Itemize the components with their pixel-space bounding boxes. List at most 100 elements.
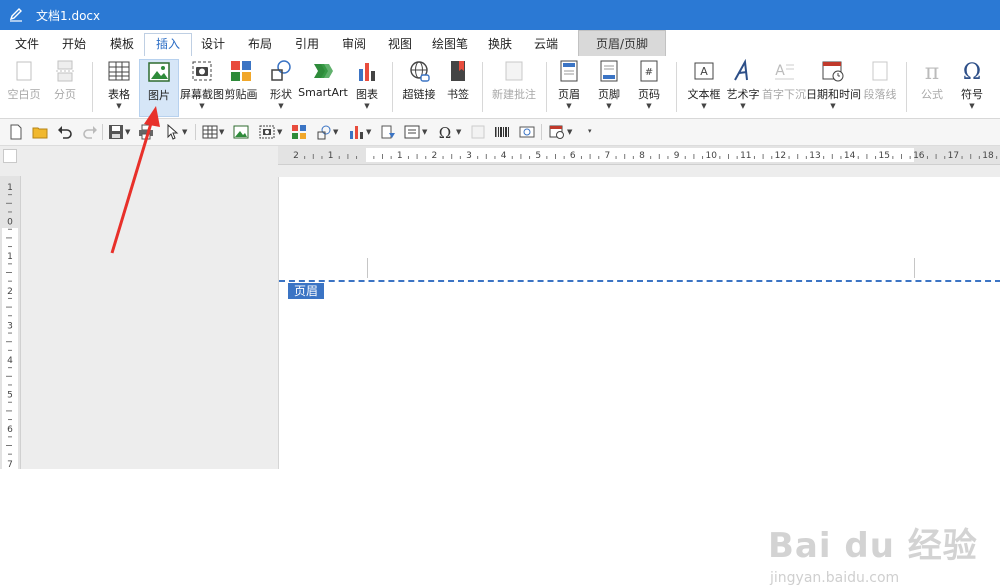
calendar-clock-icon[interactable] [549, 124, 565, 140]
chevron-down-icon[interactable]: ▼ [456, 128, 461, 136]
textbox-icon: A [694, 62, 714, 80]
tab-references[interactable]: 引用 [293, 34, 321, 56]
chart-button[interactable]: 图表 ▼ [351, 59, 383, 115]
tab-design[interactable]: 设计 [199, 34, 227, 56]
wordart-button[interactable]: 艺术字 ▼ [726, 59, 760, 115]
document-page[interactable]: 页眉 [278, 177, 1000, 469]
header-boundary-line [279, 280, 1000, 282]
tab-draw[interactable]: 绘图笔 [430, 34, 470, 56]
hyperlink-button[interactable]: 超链接 [400, 59, 438, 115]
toolbar-separator [195, 124, 196, 140]
equation-button[interactable]: π 公式 [914, 59, 950, 115]
new-comment-button[interactable]: 新建批注 [490, 59, 538, 115]
ruler-number: 0 [7, 218, 13, 228]
tab-stop-selector[interactable] [3, 149, 17, 163]
ruler-number: 7 [605, 151, 611, 161]
tab-insert[interactable]: 插入 [144, 33, 192, 58]
textbox-button[interactable]: A 文本框 ▼ [684, 59, 724, 115]
margin-marker [914, 258, 915, 278]
clipart-button[interactable]: 剪贴画 [224, 59, 258, 115]
margin-marker [367, 258, 368, 278]
title-bar: 文档1.docx [0, 0, 1000, 30]
svg-text:π: π [925, 60, 939, 83]
svg-text:Ω: Ω [963, 60, 981, 83]
new-document-icon[interactable] [8, 124, 24, 140]
smartart-button[interactable]: SmartArt [298, 59, 348, 115]
chevron-down-icon[interactable]: ▼ [366, 128, 371, 136]
shapes-icon[interactable] [316, 124, 332, 140]
signature-line-button[interactable]: 段落线 [862, 59, 898, 115]
chevron-down-icon[interactable]: ▼ [333, 128, 338, 136]
shapes-button[interactable]: 形状 ▼ [265, 59, 297, 115]
tab-file[interactable]: 文件 [14, 34, 40, 56]
tab-review[interactable]: 审阅 [340, 34, 368, 56]
svg-text:Ω: Ω [439, 124, 451, 140]
tab-skin[interactable]: 换肤 [486, 34, 514, 56]
comment-icon[interactable] [470, 124, 486, 140]
blank-page-button[interactable]: 空白页 [6, 59, 42, 115]
chevron-down-icon[interactable]: ▼ [422, 128, 427, 136]
chevron-down-icon[interactable]: ▼ [219, 128, 224, 136]
chevron-down-icon[interactable]: ▼ [277, 128, 282, 136]
chevron-down-icon[interactable]: ▼ [567, 128, 572, 136]
picture-icon[interactable] [233, 124, 249, 140]
chevron-down-icon: ▼ [969, 102, 975, 110]
redo-icon[interactable] [82, 124, 98, 140]
omega-icon: Ω [963, 60, 981, 83]
table-icon[interactable] [202, 124, 218, 140]
ruler-number: 1 [7, 183, 13, 193]
ruler-number: 5 [535, 151, 541, 161]
header-label[interactable]: 页眉 [288, 283, 325, 299]
ribbon-separator [676, 62, 677, 112]
bookmark-icon [451, 61, 465, 81]
annotation-arrow [110, 106, 160, 254]
footer-button[interactable]: 页脚 ▼ [594, 59, 624, 115]
tab-layout[interactable]: 布局 [246, 34, 274, 56]
symbol-button[interactable]: Ω 符号 ▼ [954, 59, 990, 115]
drop-cap-button[interactable]: A 首字下沉 [762, 59, 806, 115]
ribbon-separator [906, 62, 907, 112]
page-break-button[interactable]: 分页 [48, 59, 82, 115]
tab-view[interactable]: 视图 [386, 34, 414, 56]
ruler-number: 13 [809, 151, 820, 161]
clipart-icon[interactable] [291, 124, 307, 140]
baidu-watermark-logo: Bai du 经验 [768, 526, 978, 566]
tab-home[interactable]: 开始 [60, 34, 88, 56]
undo-icon[interactable] [57, 124, 73, 140]
ruler-number: 6 [570, 151, 576, 161]
table-icon [108, 61, 130, 81]
open-folder-icon[interactable] [32, 124, 48, 140]
ruler-number: 8 [639, 151, 645, 161]
tab-cloud[interactable]: 云端 [532, 34, 560, 56]
horizontal-ruler[interactable]: 2 1 1 2 3 4 5 6 7 8 9 10 11 12 13 14 15 16 17 18 [278, 146, 1000, 165]
embed-object-icon[interactable] [519, 124, 535, 140]
textbox-icon[interactable] [404, 124, 420, 140]
barcode-icon[interactable] [494, 124, 510, 140]
ruler-number: 1 [328, 151, 334, 161]
tab-header-footer[interactable]: 页眉/页脚 [578, 30, 666, 57]
chevron-down-icon[interactable]: ▼ [182, 128, 187, 136]
chart-icon [359, 63, 375, 81]
picture-icon [148, 62, 170, 82]
ruler-number: 9 [674, 151, 680, 161]
camera-icon[interactable] [259, 124, 275, 140]
smartart-icon [314, 64, 333, 78]
tab-template[interactable]: 模板 [108, 34, 136, 56]
ribbon-separator [546, 62, 547, 112]
calendar-clock-icon [822, 61, 844, 82]
pi-icon: π [925, 60, 939, 83]
chart-icon[interactable] [348, 124, 364, 140]
window-title: 文档1.docx [36, 9, 101, 23]
omega-icon[interactable]: Ω [437, 124, 453, 140]
header-button[interactable]: 页眉 ▼ [554, 59, 584, 115]
ruler-number: 3 [466, 151, 472, 161]
customize-toolbar-icon[interactable]: ▾ [588, 127, 592, 135]
ruler-number: 1 [7, 252, 13, 262]
date-time-button[interactable]: 日期和时间 ▼ [806, 59, 861, 115]
page-number-button[interactable]: # 页码 ▼ [634, 59, 664, 115]
bookmark-button[interactable]: 书签 [442, 59, 474, 115]
text-direction-icon[interactable] [380, 124, 396, 140]
chevron-down-icon: ▼ [701, 102, 707, 110]
vertical-ruler[interactable]: 1 0 1 2 3 4 5 6 7 [0, 176, 21, 469]
screenshot-button[interactable]: 屏幕截图 ▼ [180, 59, 224, 115]
